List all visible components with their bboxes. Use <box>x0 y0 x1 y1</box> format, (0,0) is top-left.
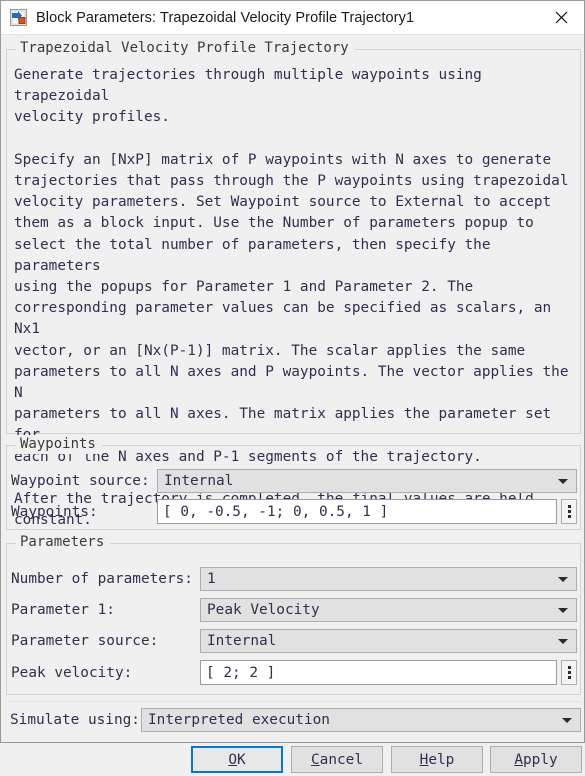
dot-icon <box>567 505 571 508</box>
peak-velocity-label: Peak velocity: <box>11 665 133 681</box>
help-button-mnemonic: H <box>419 751 429 768</box>
parameter-1-dropdown[interactable]: Peak Velocity <box>200 598 577 622</box>
simulate-using-dropdown[interactable]: Interpreted execution <box>141 708 581 732</box>
parameter-1-row: Parameter 1: <box>11 598 115 622</box>
waypoint-source-value: Internal <box>164 473 234 489</box>
simulate-using-label: Simulate using: <box>10 712 140 728</box>
description-group: Trapezoidal Velocity Profile Trajectory … <box>6 39 581 528</box>
waypoints-row: Waypoints: <box>11 500 98 524</box>
number-of-parameters-value: 1 <box>207 571 216 587</box>
help-button[interactable]: Help <box>391 746 483 773</box>
waypoint-source-dropdown[interactable]: Internal <box>157 469 577 493</box>
dialog-content: Trapezoidal Velocity Profile Trajectory … <box>1 35 584 773</box>
dot-icon <box>567 666 571 669</box>
simulink-block-icon <box>10 9 27 26</box>
dot-icon <box>567 671 571 674</box>
dot-icon <box>567 510 571 513</box>
group-top-line-left <box>7 543 16 544</box>
number-of-parameters-dropdown[interactable]: 1 <box>200 567 577 591</box>
apply-button-label: pply <box>523 751 558 768</box>
parameter-1-value: Peak Velocity <box>207 602 320 618</box>
waypoints-field-wrap: [ 0, -0.5, -1; 0, 0.5, 1 ] <box>157 499 577 524</box>
block-parameters-dialog: Block Parameters: Trapezoidal Velocity P… <box>0 0 585 773</box>
chevron-down-icon <box>558 608 568 613</box>
parameters-group: Parameters Number of parameters: 1 Param… <box>6 533 581 695</box>
chevron-down-icon <box>558 639 568 644</box>
chevron-down-icon <box>558 479 568 484</box>
waypoint-source-row: Waypoint source: <box>11 469 150 493</box>
parameter-source-value: Internal <box>207 633 277 649</box>
ok-button-mnemonic: O <box>228 751 237 768</box>
chevron-down-icon <box>558 577 568 582</box>
group-top-line-left <box>7 49 16 50</box>
group-top-line-right <box>318 49 580 50</box>
waypoints-input[interactable]: [ 0, -0.5, -1; 0, 0.5, 1 ] <box>157 499 557 524</box>
button-bar-separator <box>6 701 581 702</box>
help-button-label: elp <box>428 751 455 768</box>
close-icon[interactable] <box>538 1 584 34</box>
parameter-source-dropdown[interactable]: Internal <box>200 629 577 653</box>
ok-button-label: K <box>237 751 246 768</box>
apply-button-mnemonic: A <box>514 751 523 768</box>
parameter-source-row: Parameter source: <box>11 629 158 653</box>
chevron-down-icon <box>562 718 572 723</box>
peak-velocity-input[interactable]: [ 2; 2 ] <box>200 660 557 685</box>
simulate-using-value: Interpreted execution <box>148 712 330 728</box>
group-top-line-left <box>7 445 16 446</box>
peak-velocity-field-wrap: [ 2; 2 ] <box>200 660 577 685</box>
number-of-parameters-label: Number of parameters: <box>11 571 193 587</box>
window-title: Block Parameters: Trapezoidal Velocity P… <box>36 9 415 26</box>
group-top-line-right <box>94 445 580 446</box>
group-top-line-right <box>102 543 580 544</box>
waypoints-more-options-button[interactable] <box>561 499 577 524</box>
parameters-group-legend: Parameters <box>16 533 111 552</box>
parameter-source-label: Parameter source: <box>11 633 159 649</box>
peak-velocity-row: Peak velocity: <box>11 661 132 685</box>
cancel-button-mnemonic: C <box>311 751 320 768</box>
ok-button[interactable]: OK <box>191 746 283 773</box>
description-group-legend: Trapezoidal Velocity Profile Trajectory <box>16 39 355 58</box>
dot-icon <box>567 676 571 679</box>
waypoints-value: [ 0, -0.5, -1; 0, 0.5, 1 ] <box>163 503 389 520</box>
peak-velocity-value: [ 2; 2 ] <box>206 664 276 681</box>
cancel-button[interactable]: Cancel <box>291 746 383 773</box>
simulate-using-row: Simulate using: <box>10 708 140 732</box>
waypoints-group-legend: Waypoints <box>16 435 102 454</box>
button-bar: OK Cancel Help Apply <box>1 744 585 776</box>
parameter-1-label: Parameter 1: <box>11 602 115 618</box>
waypoints-group: Waypoints Waypoint source: Internal Wayp… <box>6 435 581 530</box>
peak-velocity-more-options-button[interactable] <box>561 660 577 685</box>
waypoint-source-label: Waypoint source: <box>11 473 150 489</box>
waypoints-label: Waypoints: <box>11 504 98 520</box>
dot-icon <box>567 515 571 518</box>
cancel-button-label: ancel <box>319 751 363 768</box>
number-of-parameters-row: Number of parameters: <box>11 567 193 591</box>
apply-button[interactable]: Apply <box>490 746 582 773</box>
title-bar: Block Parameters: Trapezoidal Velocity P… <box>1 1 584 35</box>
